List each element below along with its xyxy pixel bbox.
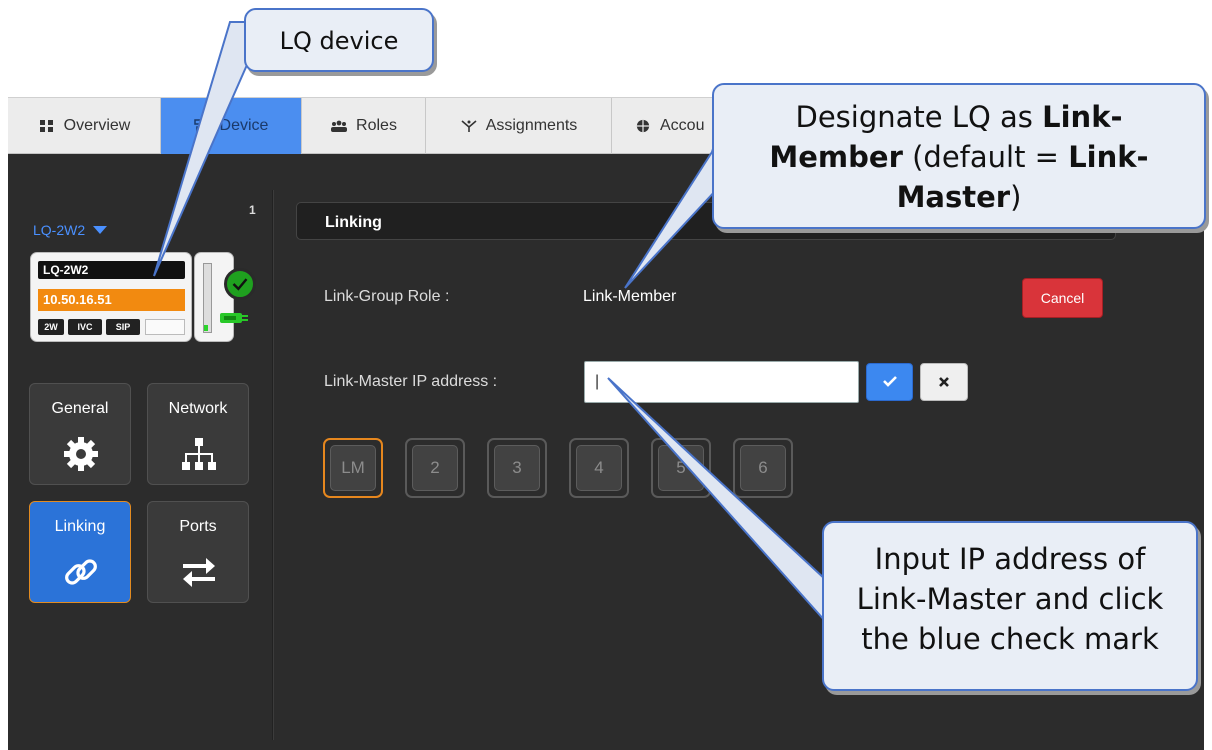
link-slot-5[interactable]: 5: [651, 438, 711, 498]
device-name: LQ-2W2: [38, 261, 185, 279]
tile-general[interactable]: General: [29, 383, 131, 485]
tile-ports-label: Ports: [179, 518, 217, 535]
device-dropdown[interactable]: LQ-2W2: [33, 222, 108, 238]
tile-general-label: General: [51, 400, 109, 417]
sidebar-divider: [272, 190, 274, 740]
device-card[interactable]: LQ-2W2 10.50.16.51 2W IVC SIP: [30, 252, 192, 342]
callout-bold: Master: [896, 180, 1011, 214]
tile-linking-label: Linking: [54, 518, 106, 535]
device-status-panel: [194, 252, 234, 342]
role-value: Link-Member: [583, 288, 677, 305]
device-tag-2w: 2W: [38, 319, 64, 335]
callout-bold: Member: [769, 140, 903, 174]
status-led: [204, 325, 208, 331]
tab-roles[interactable]: Roles: [302, 98, 426, 154]
device-icon: [193, 119, 212, 132]
link-slot-label: 5: [658, 445, 704, 491]
device-ip: 10.50.16.51: [38, 289, 185, 311]
tab-accounts-label: Accou: [660, 117, 705, 134]
callout-lq-device: LQ device: [244, 8, 434, 72]
gear-icon: [64, 437, 98, 471]
tab-overview[interactable]: Overview: [8, 98, 161, 154]
link-slot-label: 4: [576, 445, 622, 491]
callout-line: the blue check mark: [861, 622, 1159, 656]
network-icon: [182, 438, 216, 470]
tab-roles-label: Roles: [356, 117, 397, 134]
grid-icon: [39, 120, 53, 132]
link-slot-2[interactable]: 2: [405, 438, 465, 498]
callout-text: (default =: [902, 140, 1069, 174]
callout-line: Link-Master and click: [856, 582, 1164, 616]
tab-device-label: Device: [219, 117, 269, 134]
status-meter: [203, 263, 212, 333]
tab-overview-label: Overview: [63, 117, 131, 134]
callout-line: Input IP address of: [874, 542, 1146, 576]
confirm-button[interactable]: [866, 363, 913, 401]
link-slot-label: 6: [740, 445, 786, 491]
chevron-down-icon: [93, 226, 108, 234]
tab-assignments[interactable]: Assignments: [426, 98, 612, 154]
panel-title: Linking: [325, 214, 382, 231]
role-label: Link-Group Role :: [324, 288, 450, 305]
globe-icon: [636, 119, 650, 133]
link-icon: [65, 559, 97, 585]
device-dropdown-label: LQ-2W2: [33, 222, 86, 238]
device-tag-empty: [145, 319, 185, 335]
ip-label: Link-Master IP address :: [324, 373, 498, 390]
users-icon: [331, 120, 348, 132]
tile-network[interactable]: Network: [147, 383, 249, 485]
link-slot-6[interactable]: 6: [733, 438, 793, 498]
tile-ports[interactable]: Ports: [147, 501, 249, 603]
device-tag-sip: SIP: [106, 319, 140, 335]
ip-input[interactable]: [584, 361, 859, 403]
callout-link-member: Designate LQ as Link- Member (default = …: [712, 83, 1206, 229]
tab-assignments-label: Assignments: [485, 117, 578, 134]
callout-bold: Link-: [1042, 100, 1123, 134]
cancel-button[interactable]: Cancel: [1022, 278, 1103, 318]
link-slot-lm[interactable]: LM: [323, 438, 383, 498]
link-slot-label: 2: [412, 445, 458, 491]
link-slot-3[interactable]: 3: [487, 438, 547, 498]
tile-linking[interactable]: Linking: [29, 501, 131, 603]
callout-input-ip: Input IP address of Link-Master and clic…: [822, 521, 1198, 691]
callout-text: ): [1010, 180, 1022, 214]
arrows-icon: [183, 558, 215, 587]
link-slot-label: LM: [330, 445, 376, 491]
link-slot-4[interactable]: 4: [569, 438, 629, 498]
tile-network-label: Network: [168, 400, 228, 417]
callout-lq-device-text: LQ device: [279, 27, 399, 55]
callout-text: Designate LQ as: [795, 100, 1043, 134]
check-icon: [224, 268, 256, 300]
check-icon: [882, 375, 897, 387]
plug-icon: [220, 313, 248, 323]
link-slot-label: 3: [494, 445, 540, 491]
clear-button[interactable]: [920, 363, 968, 401]
assignments-icon: [461, 120, 477, 132]
device-count: 1: [249, 203, 256, 217]
callout-bold: Link-: [1068, 140, 1149, 174]
close-icon: [939, 376, 949, 387]
device-tag-ivc: IVC: [68, 319, 102, 335]
tab-device[interactable]: Device: [161, 98, 302, 154]
